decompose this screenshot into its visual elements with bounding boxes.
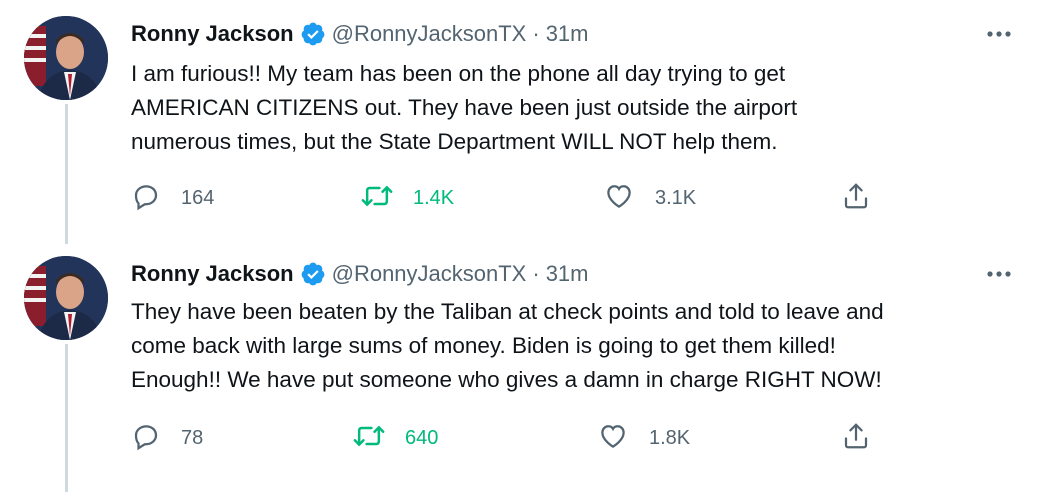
reply-icon — [131, 181, 161, 216]
text-line: come back with large sums of money. Bide… — [131, 333, 836, 358]
share-icon — [841, 181, 871, 216]
share-icon — [841, 421, 871, 456]
reply-button[interactable]: 78 — [131, 418, 203, 458]
reply-count: 164 — [181, 186, 215, 209]
tweet-header: Ronny Jackson @RonnyJacksonTX · 31m — [131, 256, 588, 292]
more-icon[interactable] — [983, 24, 1015, 44]
retweet-button[interactable]: 640 — [353, 418, 438, 458]
text-line: Enough!! We have put someone who gives a… — [131, 367, 882, 392]
retweet-button[interactable]: 1.4K — [361, 178, 454, 218]
avatar[interactable] — [24, 16, 108, 100]
reply-icon — [131, 421, 161, 456]
retweet-icon — [353, 421, 385, 456]
display-name[interactable]: Ronny Jackson — [131, 261, 294, 287]
handle[interactable]: @RonnyJacksonTX — [332, 261, 527, 287]
avatar[interactable] — [24, 256, 108, 340]
timestamp[interactable]: 31m — [546, 261, 589, 287]
separator: · — [532, 261, 540, 286]
text-line: AMERICAN CITIZENS out. They have been ju… — [131, 95, 798, 120]
tweet-text: I am furious!! My team has been on the p… — [131, 57, 1021, 159]
like-count: 3.1K — [655, 186, 697, 209]
share-button[interactable] — [841, 418, 871, 458]
thread-line — [65, 104, 68, 244]
share-button[interactable] — [841, 178, 871, 218]
verified-badge-icon — [300, 21, 326, 47]
reply-count: 78 — [181, 426, 204, 449]
timestamp[interactable]: 31m — [546, 21, 589, 47]
retweet-count: 640 — [405, 426, 439, 449]
action-bar: 78 640 1.8K — [131, 418, 891, 458]
thread-line — [65, 344, 68, 492]
handle[interactable]: @RonnyJacksonTX — [332, 21, 527, 47]
like-icon — [597, 421, 629, 456]
display-name[interactable]: Ronny Jackson — [131, 21, 294, 47]
verified-badge-icon — [300, 261, 326, 287]
reply-button[interactable]: 164 — [131, 178, 214, 218]
action-bar: 164 1.4K 3.1K — [131, 178, 891, 218]
like-button[interactable]: 1.8K — [597, 418, 690, 458]
text-line: They have been beaten by the Taliban at … — [131, 299, 884, 324]
like-count: 1.8K — [649, 426, 691, 449]
retweet-count: 1.4K — [413, 186, 455, 209]
tweet[interactable]: Ronny Jackson @RonnyJacksonTX · 31m I am… — [0, 0, 1039, 244]
tweet-text: They have been beaten by the Taliban at … — [131, 295, 1021, 397]
separator: · — [532, 21, 540, 46]
tweet-header: Ronny Jackson @RonnyJacksonTX · 31m — [131, 16, 588, 52]
retweet-icon — [361, 181, 393, 216]
more-icon[interactable] — [983, 264, 1015, 284]
tweet[interactable]: Ronny Jackson @RonnyJacksonTX · 31m They… — [0, 240, 1039, 492]
text-line: I am furious!! My team has been on the p… — [131, 61, 786, 86]
like-button[interactable]: 3.1K — [603, 178, 696, 218]
text-line: numerous times, but the State Department… — [131, 129, 778, 154]
like-icon — [603, 181, 635, 216]
